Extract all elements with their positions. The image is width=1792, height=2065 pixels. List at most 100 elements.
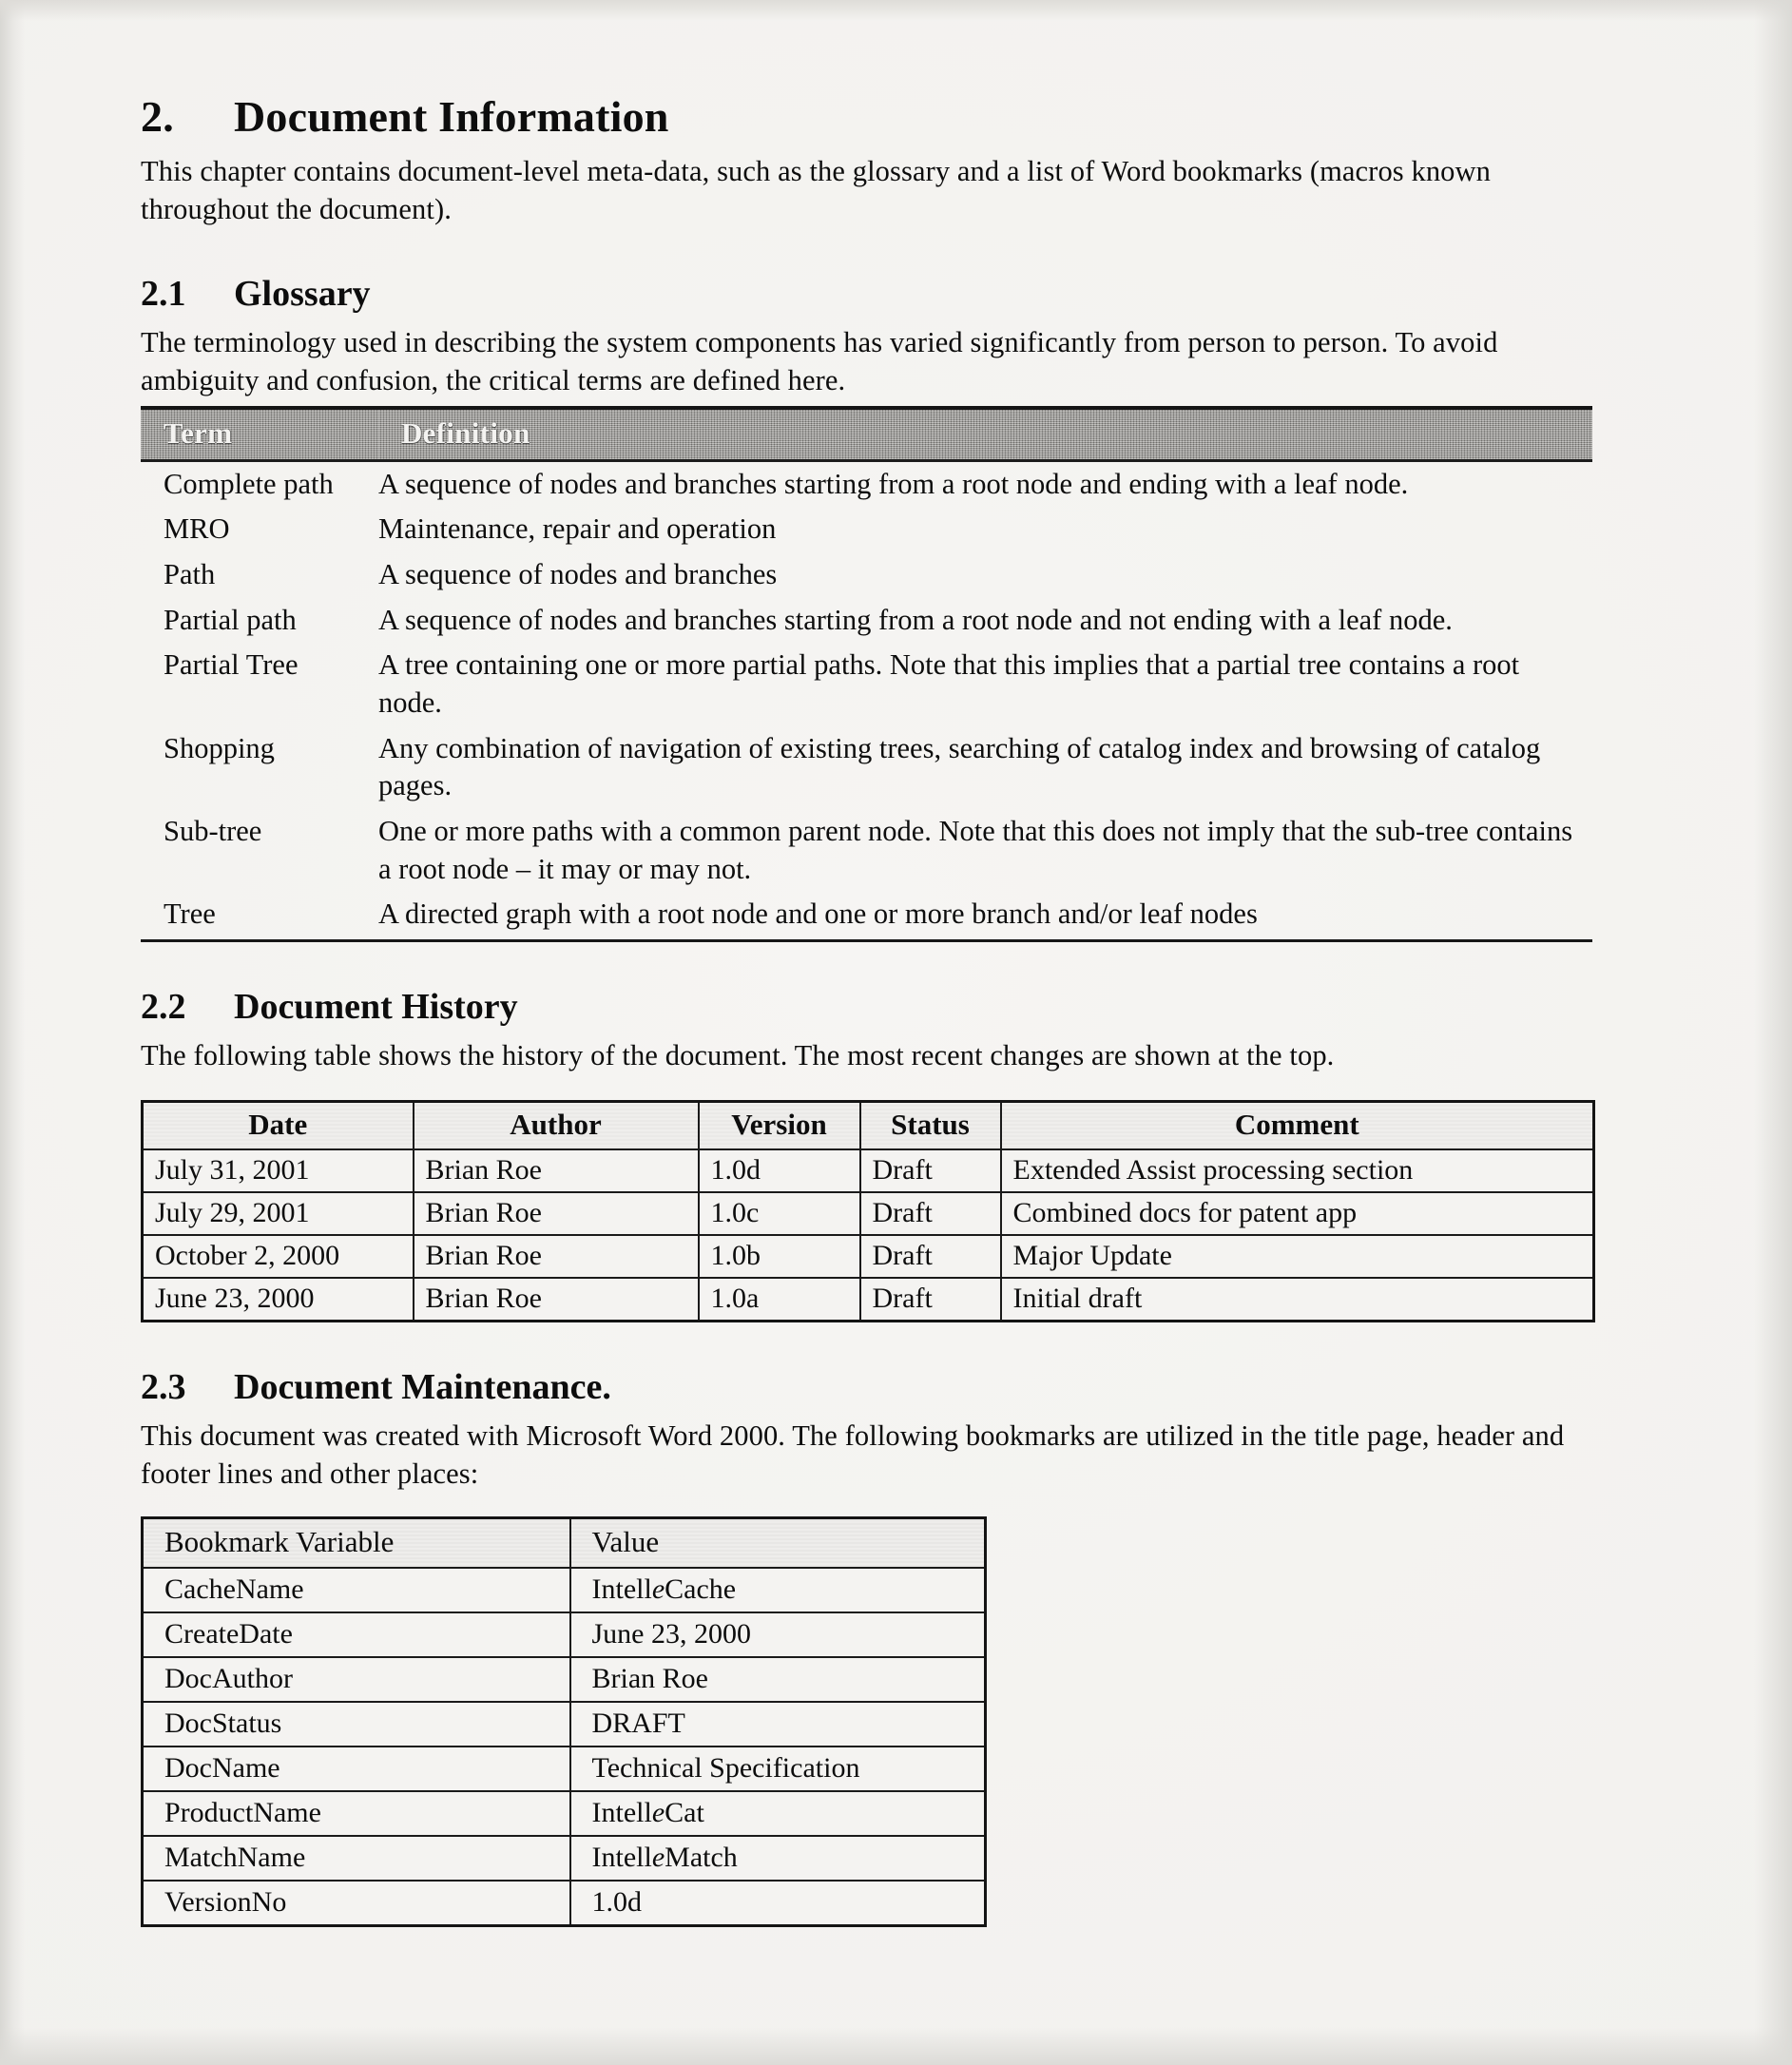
bookmark-value-prefix: 1.0d xyxy=(591,1885,643,1918)
history-version-cell: 1.0d xyxy=(697,1148,861,1193)
chapter-title: Document Information xyxy=(234,92,669,141)
glossary-term-cell: Sub-tree xyxy=(164,814,262,847)
bookmark-value-cell: Brian Roe xyxy=(568,1655,987,1703)
history-author-cell: Brian Roe xyxy=(412,1233,700,1279)
scanned-document-page: 2. Document Information This chapter con… xyxy=(0,0,1792,2065)
table-row: DocAuthor Brian Roe xyxy=(141,1655,987,1703)
table-row: Partial path A sequence of nodes and bran… xyxy=(141,598,1592,644)
table-row: Partial Tree A tree containing one or mor… xyxy=(141,643,1592,725)
history-column-header-version: Version xyxy=(697,1100,861,1150)
section-number-glossary: 2.1 xyxy=(141,273,186,314)
history-author-cell: Brian Roe xyxy=(412,1276,700,1322)
table-row: CacheName IntelleCache xyxy=(141,1566,987,1613)
history-column-header-comment: Comment xyxy=(999,1100,1595,1150)
document-history-table: Date Author Version Status Comment July … xyxy=(141,1099,1595,1322)
history-column-header-author: Author xyxy=(412,1100,700,1150)
history-column-header-date: Date xyxy=(141,1100,414,1150)
document-content: 2. Document Information This chapter con… xyxy=(141,91,1609,1927)
table-row: CreateDate June 23, 2000 xyxy=(141,1611,987,1658)
glossary-definition-cell: One or more paths with a common parent n… xyxy=(378,814,1573,885)
table-row: Shopping Any combination of navigation of… xyxy=(141,726,1592,809)
table-row: June 23, 2000 Brian Roe 1.0a Draft Initial d… xyxy=(141,1276,1595,1322)
table-row: DocName Technical Specification xyxy=(141,1745,987,1792)
bookmark-value-prefix: Brian Roe xyxy=(591,1662,708,1694)
glossary-term-cell: Path xyxy=(164,558,216,591)
bookmark-value-prefix: Intell xyxy=(591,1796,652,1828)
bookmark-value-italic-e: e xyxy=(651,1796,665,1828)
history-date-cell: June 23, 2000 xyxy=(141,1276,414,1322)
history-author-cell: Brian Roe xyxy=(412,1190,700,1236)
glossary-table: Term Definition Complete path A sequence … xyxy=(141,405,1592,942)
bookmark-value-suffix: Match xyxy=(665,1841,738,1873)
glossary-column-header-term: Term xyxy=(141,405,378,462)
bookmark-value-cell: 1.0d xyxy=(568,1879,987,1927)
section-heading-history: 2.2 Document History xyxy=(141,986,1609,1028)
table-row: Complete path A sequence of nodes and bra… xyxy=(141,460,1592,507)
bookmark-value-prefix: June 23, 2000 xyxy=(591,1617,752,1650)
bookmark-column-header-variable: Bookmark Variable xyxy=(141,1516,571,1569)
table-row: MatchName IntelleMatch xyxy=(141,1834,987,1882)
bookmark-variable-cell: CacheName xyxy=(141,1566,571,1613)
glossary-definition-cell: A tree containing one or more partial pa… xyxy=(378,648,1520,720)
bookmark-header-row: Bookmark Variable Value xyxy=(141,1516,987,1569)
table-row: Tree A directed graph with a root node an… xyxy=(141,892,1592,942)
history-date-cell: October 2, 2000 xyxy=(141,1233,414,1279)
bookmark-value-prefix: DRAFT xyxy=(591,1707,685,1739)
glossary-term-cell: Tree xyxy=(141,892,378,942)
history-version-cell: 1.0a xyxy=(697,1276,861,1322)
bookmark-variable-table: Bookmark Variable Value CacheName Intelle… xyxy=(141,1515,987,1927)
history-author-cell: Brian Roe xyxy=(412,1148,700,1193)
table-row: Sub-tree One or more paths with a common … xyxy=(141,809,1592,892)
glossary-definition-cell: A sequence of nodes and branches xyxy=(378,558,778,591)
history-version-cell: 1.0c xyxy=(697,1190,861,1236)
history-column-header-status: Status xyxy=(858,1100,1002,1150)
glossary-definition-cell: Any combination of navigation of existin… xyxy=(378,731,1541,802)
glossary-term-cell: MRO xyxy=(164,512,230,546)
table-row: July 29, 2001 Brian Roe 1.0c Draft Combined … xyxy=(141,1190,1595,1236)
bookmark-value-cell: DRAFT xyxy=(568,1700,987,1747)
bookmark-value-suffix: Cache xyxy=(665,1573,737,1605)
maintenance-intro-paragraph: This document was created with Microsoft… xyxy=(141,1418,1565,1490)
glossary-column-header-definition: Definition xyxy=(378,405,1592,462)
bookmark-value-prefix: Intell xyxy=(591,1841,652,1873)
history-date-cell: July 29, 2001 xyxy=(141,1190,414,1236)
scan-edge-shadow-bottom xyxy=(0,2027,1792,2065)
section-heading-glossary: 2.1 Glossary xyxy=(141,273,1609,315)
history-intro-paragraph: The following table shows the history of… xyxy=(141,1038,1335,1071)
section-title-glossary: Glossary xyxy=(234,273,371,314)
bookmark-value-prefix: Intell xyxy=(591,1573,652,1605)
history-comment-cell: Major Update xyxy=(999,1233,1595,1279)
bookmark-value-italic-e: e xyxy=(651,1841,665,1873)
chapter-heading: 2. Document Information xyxy=(141,91,1609,142)
bookmark-value-cell: Technical Specification xyxy=(568,1745,987,1792)
bookmark-value-prefix: Technical Specification xyxy=(591,1751,860,1784)
glossary-term-cell: Complete path xyxy=(164,467,334,500)
glossary-definition-cell: A sequence of nodes and branches startin… xyxy=(378,603,1453,636)
glossary-header-row: Term Definition xyxy=(141,405,1592,462)
scan-edge-shadow-top xyxy=(0,0,1792,21)
table-row: MRO Maintenance, repair and operation xyxy=(141,507,1592,552)
bookmark-variable-cell: DocStatus xyxy=(141,1700,571,1747)
bookmark-variable-cell: VersionNo xyxy=(141,1879,571,1927)
history-status-cell: Draft xyxy=(858,1190,1002,1236)
glossary-definition-cell: A directed graph with a root node and on… xyxy=(378,892,1592,942)
table-row: DocStatus DRAFT xyxy=(141,1700,987,1747)
chapter-intro-paragraph: This chapter contains document-level met… xyxy=(141,155,1492,225)
bookmark-value-cell: June 23, 2000 xyxy=(568,1611,987,1658)
section-title-maintenance: Document Maintenance. xyxy=(234,1366,611,1407)
bookmark-variable-cell: CreateDate xyxy=(141,1611,571,1658)
bookmark-value-italic-e: e xyxy=(651,1573,665,1605)
history-version-cell: 1.0b xyxy=(697,1233,861,1279)
glossary-definition-cell: A sequence of nodes and branches startin… xyxy=(378,467,1409,500)
bookmark-variable-cell: DocAuthor xyxy=(141,1655,571,1703)
table-row: October 2, 2000 Brian Roe 1.0b Draft Major U… xyxy=(141,1233,1595,1279)
history-comment-cell: Extended Assist processing section xyxy=(999,1148,1595,1193)
scan-edge-shadow-left xyxy=(0,0,25,2065)
glossary-term-cell: Shopping xyxy=(164,731,275,764)
history-status-cell: Draft xyxy=(858,1148,1002,1193)
chapter-number: 2. xyxy=(141,92,174,141)
glossary-definition-cell: Maintenance, repair and operation xyxy=(378,512,777,546)
table-row: ProductName IntelleCat xyxy=(141,1789,987,1837)
section-title-history: Document History xyxy=(234,986,518,1027)
bookmark-variable-cell: ProductName xyxy=(141,1789,571,1837)
